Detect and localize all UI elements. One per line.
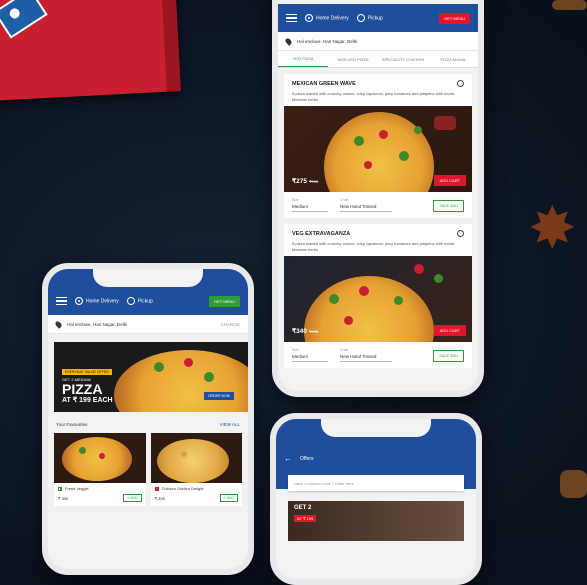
order-now-button[interactable]: ORDER NOW [203, 392, 234, 400]
add-to-cart-button[interactable]: ADD CART [433, 175, 466, 187]
offer-banner[interactable]: GET 2 AT ₹ 199 [288, 501, 464, 541]
location-pin-icon [284, 36, 293, 46]
menu-icon[interactable] [286, 13, 297, 23]
banner-headline: PIZZA [62, 381, 103, 398]
add-button[interactable]: + ADD [219, 494, 238, 502]
top-bar: Home Delivery Pickup GET MENU [278, 4, 478, 32]
tab-speciality-chicken[interactable]: SPECIALITY CHICKEN [378, 52, 428, 67]
bread-crust-icon [552, 0, 587, 10]
radio-icon [126, 297, 135, 305]
phone-menu-screen: Home Delivery Pickup GET MENU Hal enclav… [272, 0, 484, 397]
tab-veg-pizza[interactable]: VEG PIZZA [278, 51, 328, 67]
crust-select[interactable]: Crust New Hand Tossed [340, 198, 392, 213]
delivery-option-home[interactable]: Home Delivery [305, 14, 349, 22]
menu-icon[interactable] [56, 296, 67, 306]
radio-selected-icon [75, 297, 83, 305]
delivery-option-pickup[interactable]: Pickup [356, 14, 383, 22]
address-bar[interactable]: Hal enclave, Hari Nagar, Delhi [278, 32, 478, 51]
favourites-title: Your Favourites [56, 422, 88, 427]
pizza-image [150, 433, 242, 483]
tab-non-veg-pizza[interactable]: NON-VEG PIZZA [328, 52, 378, 67]
banner-text: EVERYDAY VALUE OFFER GET 2 MEDIUM PIZZA … [62, 369, 113, 405]
veg-icon [58, 486, 62, 491]
delivery-option-pickup[interactable]: Pickup [126, 297, 153, 305]
radio-icon [356, 14, 365, 22]
favourite-item[interactable]: Fresh Veggie ₹ 395 + ADD [54, 433, 146, 506]
change-address-link[interactable]: CHANGE [221, 322, 240, 327]
phone-offers-screen: ← Offers Have a coupon code ? Enter here… [270, 413, 482, 585]
save-add-button[interactable]: SAVE ADD [433, 200, 464, 213]
favourite-price: ₹ 395 [58, 495, 69, 501]
delivery-option-home[interactable]: Home Delivery [75, 297, 119, 305]
item-description: A pizza loaded with crunchy onions, cris… [292, 241, 455, 252]
heart-icon[interactable] [457, 80, 464, 87]
favourite-item[interactable]: Chicken Golden Delight ₹ 395 + ADD [150, 433, 242, 506]
item-options: Size Medium Crust New Hand Tossed SAVE ADD [292, 348, 464, 363]
favourites-header: Your Favourites VIEW ALL [48, 412, 248, 433]
location-pin-icon [54, 319, 63, 329]
view-all-link[interactable]: VIEW ALL [219, 422, 240, 427]
pizza-box-icon [0, 0, 181, 101]
pizza-image: ₹340 ₹435 ADD CART [284, 256, 472, 343]
size-select[interactable]: Size Medium [292, 198, 328, 213]
menu-item-card: VEG EXTRAVAGANZA A pizza loaded with cru… [284, 224, 472, 369]
menu-tabs: VEG PIZZA NON-VEG PIZZA SPECIALITY CHICK… [278, 51, 478, 68]
address-text: Hal enclave, Hari Nagar, Delhi [67, 321, 128, 327]
item-options: Size Medium Crust New Hand Tossed SAVE ADD [292, 198, 464, 213]
get-menu-button[interactable]: GET MENU [208, 295, 240, 307]
banner-price: AT ₹ 199 EACH [62, 397, 113, 405]
item-name: MEXICAN GREEN WAVE [292, 80, 356, 87]
coupon-input[interactable]: Have a coupon code ? Enter here [288, 475, 464, 491]
bread-crust-icon [560, 470, 587, 498]
favourite-price: ₹ 395 [154, 495, 165, 501]
offers-title: Offers [300, 456, 314, 462]
brand-logo-icon [0, 0, 48, 39]
heart-icon[interactable] [457, 230, 464, 238]
save-add-button[interactable]: SAVE ADD [433, 350, 464, 363]
radio-selected-icon [305, 14, 313, 22]
add-button[interactable]: + ADD [123, 494, 142, 502]
offer-headline: GET 2 [294, 505, 312, 511]
pizza-image: ₹275 ₹395 ADD CART [284, 106, 472, 193]
phone-home-screen: Home Delivery Pickup GET MENU Hal enclav… [42, 263, 254, 575]
item-name: VEG EXTRAVAGANZA [292, 230, 351, 237]
tab-pizza-mania[interactable]: PIZZA MANIA [428, 52, 478, 67]
offer-tag: AT ₹ 199 [294, 515, 317, 522]
crust-select[interactable]: Crust New Hand Tossed [340, 348, 392, 363]
favourites-list: Fresh Veggie ₹ 395 + ADD Chicken Golden D… [48, 433, 248, 506]
size-select[interactable]: Size Medium [292, 348, 328, 363]
menu-item-card: MEXICAN GREEN WAVE A pizza loaded with c… [284, 74, 472, 219]
pizza-image [54, 433, 146, 483]
item-price: ₹340 ₹435 [292, 328, 319, 336]
add-to-cart-button[interactable]: ADD CART [433, 325, 466, 337]
back-arrow-icon[interactable]: ← [284, 455, 292, 463]
get-menu-button[interactable]: GET MENU [438, 12, 470, 24]
item-price: ₹275 ₹395 [292, 178, 319, 186]
non-veg-icon [154, 486, 159, 491]
address-text: Hal enclave, Hari Nagar, Delhi [297, 38, 358, 44]
star-anise-icon: ✸ [528, 196, 577, 261]
item-description: A pizza loaded with crunchy onions, cris… [292, 91, 455, 102]
promo-banner[interactable]: EVERYDAY VALUE OFFER GET 2 MEDIUM PIZZA … [54, 342, 248, 412]
address-bar[interactable]: Hal enclave, Hari Nagar, Delhi CHANGE [48, 315, 248, 334]
top-bar: Home Delivery Pickup GET MENU [48, 287, 248, 315]
